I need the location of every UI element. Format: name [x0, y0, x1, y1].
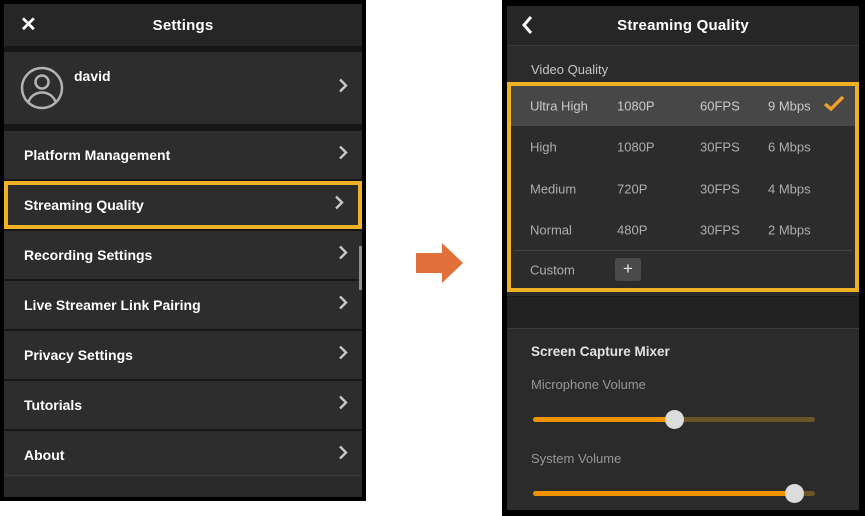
quality-bitrate: 2 Mbps [768, 223, 811, 238]
menu-item-streaming-quality[interactable]: Streaming Quality [4, 181, 362, 229]
quality-bitrate: 4 Mbps [768, 182, 811, 197]
scrollbar[interactable] [359, 246, 362, 290]
video-quality-table: Ultra High 1080P 60FPS 9 Mbps High 1080P… [507, 82, 859, 292]
quality-fps: 60FPS [700, 99, 740, 114]
chevron-right-icon [338, 145, 348, 166]
streaming-quality-header: Streaming Quality [507, 6, 859, 46]
streaming-quality-panel: Streaming Quality Video Quality Ultra Hi… [502, 0, 865, 516]
flow-arrow-icon [416, 240, 464, 291]
menu-item-label: Platform Management [24, 147, 170, 163]
custom-label: Custom [530, 262, 575, 277]
system-volume-label: System Volume [531, 451, 621, 466]
menu-item-label: About [24, 447, 64, 463]
close-icon[interactable]: ✕ [20, 13, 37, 37]
quality-fps: 30FPS [700, 182, 740, 197]
back-chevron-icon[interactable] [521, 15, 533, 40]
menu-item-live-streamer-link-pairing[interactable]: Live Streamer Link Pairing [4, 281, 362, 329]
chevron-right-icon [338, 245, 348, 266]
chevron-right-icon [338, 345, 348, 366]
quality-fps: 30FPS [700, 223, 740, 238]
quality-resolution: 720P [617, 182, 647, 197]
quality-option-custom: Custom + [511, 251, 855, 288]
microphone-volume-slider[interactable] [533, 409, 815, 429]
quality-name: Normal [530, 223, 572, 238]
settings-panel-body: ✕ Settings david Platform Management [4, 4, 362, 497]
menu-item-recording-settings[interactable]: Recording Settings [4, 231, 362, 279]
menu-item-tutorials[interactable]: Tutorials [4, 381, 362, 429]
system-volume-slider[interactable] [533, 483, 815, 503]
menu-item-label: Tutorials [24, 397, 82, 413]
empty-row [4, 475, 362, 497]
streaming-quality-body: Streaming Quality Video Quality Ultra Hi… [507, 6, 859, 510]
settings-header: ✕ Settings [4, 4, 362, 46]
quality-option-medium[interactable]: Medium 720P 30FPS 4 Mbps [511, 168, 855, 210]
chevron-right-icon [338, 295, 348, 316]
section-separator [507, 296, 859, 329]
checkmark-icon [823, 95, 845, 117]
settings-title: Settings [153, 17, 214, 34]
quality-fps: 30FPS [700, 140, 740, 155]
plus-icon[interactable]: + [615, 258, 641, 281]
menu-item-label: Live Streamer Link Pairing [24, 297, 201, 313]
profile-row[interactable]: david [4, 52, 362, 124]
video-quality-label: Video Quality [531, 62, 608, 77]
quality-name: Medium [530, 182, 576, 197]
quality-name: Ultra High [530, 99, 588, 114]
chevron-right-icon [338, 445, 348, 466]
screen-capture-mixer-label: Screen Capture Mixer [531, 344, 670, 359]
quality-option-high[interactable]: High 1080P 30FPS 6 Mbps [511, 126, 855, 168]
quality-resolution: 1080P [617, 99, 655, 114]
quality-name: High [530, 140, 557, 155]
user-avatar-icon [20, 66, 64, 115]
microphone-volume-label: Microphone Volume [531, 377, 646, 392]
menu-item-label: Privacy Settings [24, 347, 133, 363]
quality-bitrate: 6 Mbps [768, 140, 811, 155]
streaming-quality-title: Streaming Quality [617, 17, 749, 34]
chevron-right-icon [338, 395, 348, 416]
menu-item-about[interactable]: About [4, 431, 362, 479]
menu-item-label: Recording Settings [24, 247, 152, 263]
quality-option-ultra-high[interactable]: Ultra High 1080P 60FPS 9 Mbps [511, 86, 855, 126]
quality-resolution: 480P [617, 223, 647, 238]
menu-item-privacy-settings[interactable]: Privacy Settings [4, 331, 362, 379]
chevron-right-icon [334, 195, 344, 216]
slider-fill [533, 417, 675, 422]
quality-resolution: 1080P [617, 140, 655, 155]
menu-item-platform-management[interactable]: Platform Management [4, 131, 362, 179]
screenshot-canvas: ✕ Settings david Platform Management [0, 0, 865, 516]
slider-thumb[interactable] [665, 410, 684, 429]
quality-option-normal[interactable]: Normal 480P 30FPS 2 Mbps [511, 210, 855, 250]
chevron-right-icon [338, 78, 348, 99]
menu-item-label: Streaming Quality [24, 197, 144, 213]
slider-fill [533, 491, 795, 496]
profile-name: david [74, 68, 111, 84]
quality-bitrate: 9 Mbps [768, 99, 811, 114]
settings-panel: ✕ Settings david Platform Management [0, 0, 366, 501]
slider-thumb[interactable] [785, 484, 804, 503]
